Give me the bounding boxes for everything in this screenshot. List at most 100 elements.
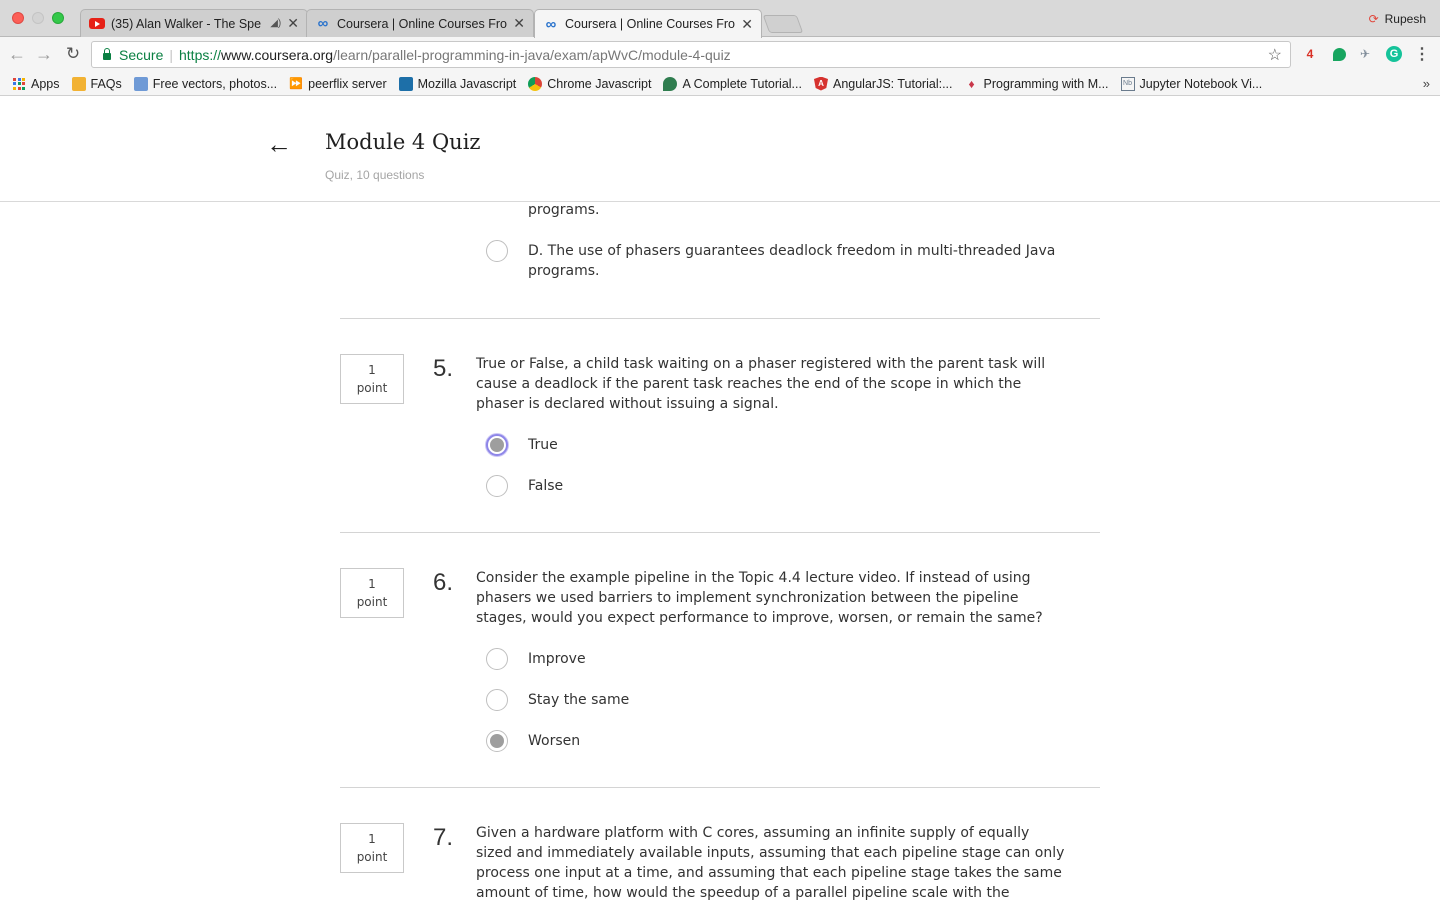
url-path: /learn/parallel-programming-in-java/exam… [333, 46, 731, 63]
extension-badge-icon[interactable]: 4 [1301, 45, 1319, 63]
chrome-icon [528, 76, 543, 91]
page-title: Module 4 Quiz [325, 130, 481, 154]
question-number: 6. [433, 569, 454, 596]
coursera-icon: ∞ [317, 15, 329, 32]
browser-tab-strip: (35) Alan Walker - The Spe ◢) ✕ ∞ Course… [0, 0, 1440, 38]
browser-tab-youtube[interactable]: (35) Alan Walker - The Spe ◢) ✕ [80, 9, 308, 37]
folder-icon [71, 76, 86, 91]
question-text: Consider the example pipeline in the Top… [476, 570, 1043, 626]
bookmark-angularjs[interactable]: A AngularJS: Tutorial:... [813, 76, 953, 91]
q5-option-true[interactable]: True [486, 434, 1058, 457]
notebook-icon: Nb [1120, 76, 1135, 91]
tab-title: Coursera | Online Courses Fro [337, 16, 507, 31]
profile-button[interactable]: ⟳ Rupesh [1369, 12, 1426, 26]
q4-option-d[interactable]: D. The use of phasers guarantees deadloc… [486, 240, 1058, 281]
q6-option-improve[interactable]: Improve [486, 648, 1058, 671]
q6-option-stay-the-same[interactable]: Stay the same [486, 689, 1058, 712]
page-subtitle: Quiz, 10 questions [325, 168, 425, 182]
radio-button[interactable] [486, 730, 508, 752]
bookmark-peerflix[interactable]: ⏩ peerflix server [289, 76, 387, 91]
browser-toolbar: ← → ↻ Secure | https://www.coursera.org /… [0, 37, 1440, 72]
bookmark-label: Free vectors, photos... [152, 76, 278, 91]
q6-option-worsen[interactable]: Worsen [486, 730, 1058, 753]
browser-tab-coursera-1[interactable]: ∞ Coursera | Online Courses Fro ✕ [306, 9, 534, 37]
bookmark-label: FAQs [90, 76, 122, 91]
points-value: 1 [368, 363, 376, 377]
question-text: Given a hardware platform with C cores, … [476, 825, 1065, 900]
new-tab-button[interactable] [762, 15, 804, 33]
bookmark-free-vectors[interactable]: Free vectors, photos... [133, 76, 278, 91]
option-label: D. The use of phasers guarantees deadloc… [528, 243, 1056, 279]
points-value: 1 [368, 832, 376, 846]
points-unit: point [356, 850, 388, 864]
coursera-icon: ∞ [545, 15, 557, 33]
bookmark-apps[interactable]: Apps [12, 77, 60, 91]
option-label: Improve [528, 651, 586, 667]
tab-title: Coursera | Online Courses Fro [565, 17, 735, 31]
satellite-extension-icon[interactable]: ✈ [1356, 45, 1374, 63]
forward-arrow-icon[interactable]: → [33, 43, 55, 65]
apps-grid-icon [12, 77, 26, 91]
bookmark-mozilla-js[interactable]: Mozilla Javascript [398, 76, 517, 91]
address-separator: | [169, 46, 173, 63]
points-badge: 1 point [340, 823, 404, 873]
question-divider [340, 318, 1100, 319]
profile-sync-icon: ⟳ [1368, 12, 1379, 26]
radio-button[interactable] [486, 475, 508, 497]
angular-icon: A [813, 76, 828, 91]
window-minimize-button[interactable] [32, 12, 44, 24]
window-maximize-button[interactable] [52, 12, 64, 24]
bookmark-chrome-js[interactable]: Chrome Javascript [528, 76, 652, 91]
speaker-icon[interactable]: ◢) [270, 18, 281, 29]
secure-label: Secure [119, 46, 164, 63]
bookmark-label: Apps [31, 76, 60, 91]
bookmark-label: Mozilla Javascript [417, 76, 517, 91]
back-arrow-icon[interactable]: ← [266, 131, 292, 157]
radio-button[interactable] [486, 240, 508, 262]
tab-close-icon[interactable]: ✕ [513, 15, 525, 32]
lock-icon [103, 48, 111, 60]
radio-button[interactable] [486, 648, 508, 670]
tab-close-icon[interactable]: ✕ [287, 15, 299, 32]
browser-menu-icon[interactable]: ⋮ [1414, 44, 1430, 64]
q5-option-false[interactable]: False [486, 475, 1058, 498]
option-label: Stay the same [528, 692, 630, 708]
option-label: True [528, 437, 558, 453]
url-host: www.coursera.org [221, 46, 334, 63]
leaf-icon [663, 76, 678, 91]
url-scheme: https:// [179, 46, 222, 63]
address-bar[interactable]: Secure | https://www.coursera.org/learn/… [91, 41, 1291, 68]
option-label: Worsen [528, 733, 581, 749]
evernote-extension-icon[interactable] [1330, 45, 1348, 63]
bookmark-star-icon[interactable]: ☆ [1268, 45, 1282, 65]
fast-forward-icon: ⏩ [289, 78, 303, 90]
option-label: programs. [528, 202, 600, 218]
image-icon [133, 76, 148, 91]
bookmark-programming-with[interactable]: ♦ Programming with M... [965, 76, 1109, 91]
reload-icon[interactable]: ↻ [62, 43, 84, 65]
radio-button[interactable] [486, 434, 508, 456]
ruby-icon: ♦ [968, 76, 975, 91]
tab-close-icon[interactable]: ✕ [741, 16, 753, 33]
bookmarks-overflow-icon[interactable]: » [1423, 76, 1430, 91]
browser-tab-coursera-active[interactable]: ∞ Coursera | Online Courses Fro ✕ [534, 9, 762, 38]
q4-option-c[interactable]: programs. [486, 202, 1058, 222]
bookmark-faqs[interactable]: FAQs [71, 76, 122, 91]
quiz-content: programs. D. The use of phasers guarante… [0, 202, 1440, 900]
bookmark-complete-tutorial[interactable]: A Complete Tutorial... [663, 76, 802, 91]
grammarly-extension-icon[interactable]: G [1385, 45, 1403, 63]
bookmark-label: Programming with M... [983, 76, 1109, 91]
mozilla-icon [398, 76, 413, 91]
question-text: True or False, a child task waiting on a… [476, 356, 1046, 412]
back-arrow-icon[interactable]: ← [6, 43, 28, 65]
bookmark-jupyter[interactable]: Nb Jupyter Notebook Vi... [1120, 76, 1262, 91]
points-value: 1 [368, 577, 376, 591]
bookmark-label: Chrome Javascript [547, 76, 652, 91]
window-close-button[interactable] [12, 12, 24, 24]
bookmarks-bar: Apps FAQs Free vectors, photos... ⏩ peer… [0, 72, 1440, 96]
points-unit: point [356, 381, 388, 395]
radio-button[interactable] [486, 689, 508, 711]
bookmark-label: A Complete Tutorial... [682, 76, 802, 91]
bookmark-label: peerflix server [308, 76, 387, 91]
profile-name: Rupesh [1384, 12, 1426, 26]
